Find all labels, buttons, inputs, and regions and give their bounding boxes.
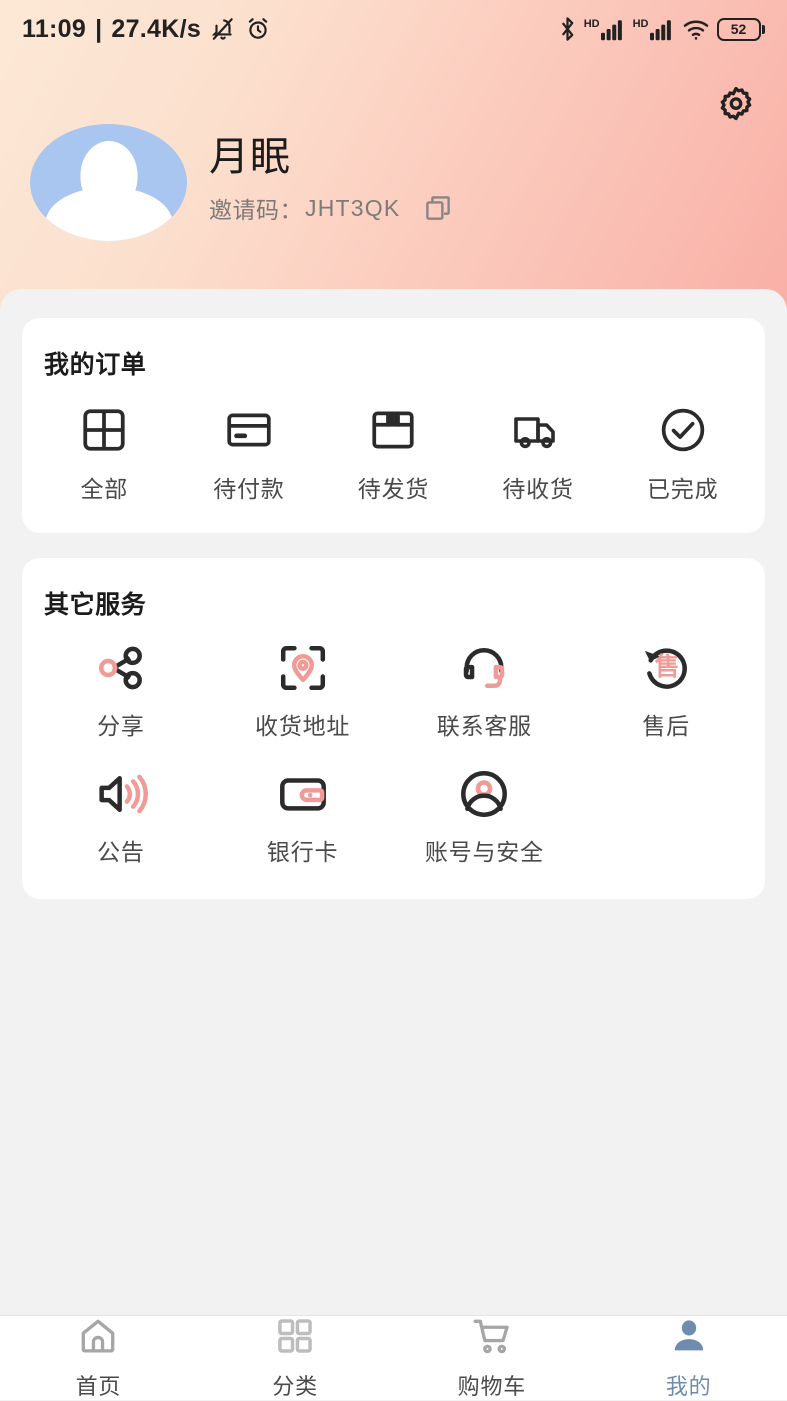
bottom-navigation: 首页 分类 购物车 我的 <box>0 1315 787 1400</box>
status-bar-left: 11:09 | 27.4K/s <box>22 15 271 44</box>
order-item-all[interactable]: 全部 <box>32 405 177 504</box>
service-item-account-security[interactable]: 账号与安全 <box>394 765 576 867</box>
svc-grid-spacer <box>575 765 757 867</box>
network-speed: 27.4K/s <box>111 14 202 43</box>
order-label: 已完成 <box>646 476 719 502</box>
delivery-truck-icon <box>512 405 564 455</box>
invite-code-row: 邀请码： JHT3QK <box>209 191 453 225</box>
wallet-bankcard-icon <box>276 765 330 823</box>
nav-item-category[interactable]: 分类 <box>197 1316 394 1400</box>
service-label: 分享 <box>97 713 145 739</box>
other-services-grid: 分享 收货地址 联系客服 售 售后 公告 银行卡 账号与安全 <box>22 621 765 867</box>
nav-item-home[interactable]: 首页 <box>0 1316 197 1400</box>
service-item-support[interactable]: 联系客服 <box>394 639 576 741</box>
invite-code-label: 邀请码： <box>209 197 303 223</box>
status-bar: 11:09 | 27.4K/s HD HD 52 <box>0 0 787 58</box>
signal-group-1: HD <box>584 17 626 41</box>
order-item-unpaid[interactable]: 待付款 <box>177 405 322 504</box>
profile-block: 月眠 邀请码： JHT3QK <box>30 124 453 241</box>
other-services-card: 其它服务 分享 收货地址 联系客服 售 售后 公告 银行卡 账号与安全 <box>22 558 765 899</box>
package-box-icon <box>368 405 418 455</box>
service-item-aftersales[interactable]: 售 售后 <box>575 639 757 741</box>
profile-text: 月眠 邀请码： JHT3QK <box>209 134 453 231</box>
avatar[interactable] <box>30 124 187 241</box>
copy-icon <box>426 196 451 220</box>
alarm-clock-icon <box>248 18 268 39</box>
nav-item-profile[interactable]: 我的 <box>590 1316 787 1400</box>
nav-label: 首页 <box>75 1374 122 1399</box>
order-item-unreceived[interactable]: 待收货 <box>466 405 611 504</box>
avatar-body <box>45 187 172 241</box>
home-icon <box>77 1315 119 1362</box>
service-label: 联系客服 <box>436 713 532 739</box>
nav-label: 我的 <box>665 1374 712 1399</box>
invite-code-value: JHT3QK <box>305 194 401 221</box>
grid-squares-icon <box>79 405 129 455</box>
speaker-announcement-icon <box>94 765 148 823</box>
bell-muted-icon <box>211 18 233 40</box>
copy-invite-code-button[interactable] <box>423 193 453 223</box>
username: 月眠 <box>209 135 291 179</box>
my-orders-card: 我的订单 全部 待付款 待发货 待收货 已完成 <box>22 318 765 533</box>
status-separator: | <box>95 14 103 43</box>
order-label: 待收货 <box>502 476 574 502</box>
order-item-unshipped[interactable]: 待发货 <box>321 405 466 504</box>
nav-label: 分类 <box>272 1374 318 1399</box>
hd-label-1: HD <box>583 18 600 30</box>
settings-button[interactable] <box>713 82 759 128</box>
content-sheet: 我的订单 全部 待付款 待发货 待收货 已完成 其它服务 分享 收货地址 联系客… <box>0 289 787 1315</box>
person-icon <box>668 1315 710 1362</box>
service-item-announcement[interactable]: 公告 <box>30 765 212 867</box>
service-label: 银行卡 <box>266 839 339 865</box>
hd-label-2: HD <box>632 18 649 30</box>
service-label: 收货地址 <box>255 713 351 739</box>
nav-item-cart[interactable]: 购物车 <box>394 1316 591 1400</box>
my-orders-row: 全部 待付款 待发货 待收货 已完成 <box>22 381 765 504</box>
cart-icon <box>470 1315 514 1362</box>
account-security-icon <box>457 765 511 823</box>
order-label: 待付款 <box>213 476 285 502</box>
location-pin-scan-icon <box>276 639 330 697</box>
my-orders-title: 我的订单 <box>44 351 147 379</box>
cellular-signal-icon <box>649 20 671 41</box>
service-item-bankcard[interactable]: 银行卡 <box>212 765 394 867</box>
credit-card-icon <box>224 405 274 455</box>
bluetooth-icon <box>561 17 574 41</box>
status-time: 11:09 <box>22 14 87 43</box>
service-label: 售后 <box>642 713 690 739</box>
battery-level: 52 <box>730 21 747 37</box>
order-label: 全部 <box>80 476 129 502</box>
signal-group-2: HD <box>633 17 675 41</box>
share-nodes-icon <box>94 639 148 697</box>
other-services-title: 其它服务 <box>44 591 147 619</box>
wifi-icon <box>683 20 708 40</box>
headset-support-icon <box>457 639 511 697</box>
grid-icon <box>274 1315 316 1362</box>
status-bar-right: HD HD 52 <box>558 16 765 42</box>
service-label: 公告 <box>97 839 145 865</box>
service-item-address[interactable]: 收货地址 <box>212 639 394 741</box>
after-sales-return-icon: 售 <box>639 639 693 697</box>
battery-indicator: 52 <box>716 17 765 41</box>
service-label: 账号与安全 <box>424 839 544 865</box>
service-item-share[interactable]: 分享 <box>30 639 212 741</box>
gear-icon <box>720 86 752 121</box>
order-item-completed[interactable]: 已完成 <box>610 405 755 504</box>
cellular-signal-icon <box>600 20 622 41</box>
after-sales-glyph: 售 <box>654 653 680 681</box>
check-circle-icon <box>658 405 708 455</box>
order-label: 待发货 <box>357 476 430 502</box>
nav-label: 购物车 <box>457 1374 527 1399</box>
